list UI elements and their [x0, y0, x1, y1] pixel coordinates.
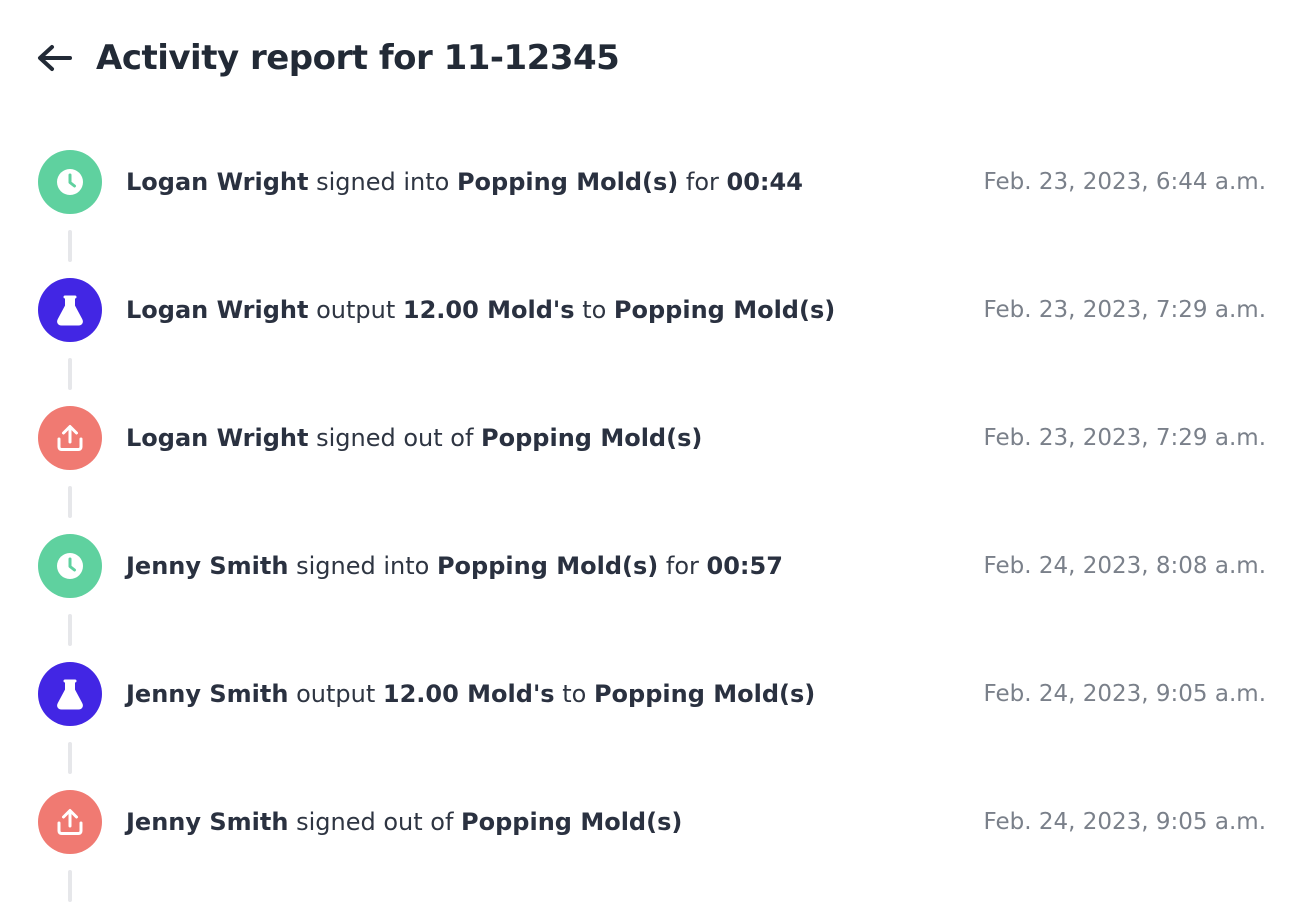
timeline-item: Jenny Smith signed into Popping Mold(s) … — [38, 534, 1266, 662]
timeline-connector — [68, 486, 72, 518]
timeline-item: Jenny Smith signed out of Popping Mold(s… — [38, 790, 1266, 918]
event-user: Logan Wright — [126, 424, 309, 452]
event-suffix: for — [678, 168, 727, 196]
event-verb: output — [308, 296, 403, 324]
timeline-item: Logan Wright signed out of Popping Mold(… — [38, 406, 1266, 534]
event-verb: signed into — [288, 552, 437, 580]
event-text: Logan Wright signed into Popping Mold(s)… — [126, 167, 803, 197]
event-verb: signed out of — [308, 424, 482, 452]
event-text: Jenny Smith signed out of Popping Mold(s… — [126, 807, 682, 837]
event-target: Popping Mold(s) — [481, 424, 703, 452]
event-user: Logan Wright — [126, 296, 309, 324]
event-quantity: 12.00 Mold's — [382, 680, 555, 708]
arrow-left-icon — [38, 45, 72, 71]
event-verb: signed into — [308, 168, 457, 196]
timeline-item: Logan Wright signed into Popping Mold(s)… — [38, 150, 1266, 278]
timeline-connector — [68, 742, 72, 774]
event-target: Popping Mold(s) — [436, 552, 659, 580]
event-timestamp: Feb. 24, 2023, 9:05 a.m. — [983, 681, 1266, 707]
flask-icon — [57, 679, 83, 710]
event-user: Jenny Smith — [126, 808, 289, 836]
event-text: Logan Wright output 12.00 Mold's to Popp… — [126, 295, 835, 325]
page-title: Activity report for 11-12345 — [96, 38, 620, 78]
clock-icon — [57, 169, 83, 195]
event-target: Popping Mold(s) — [593, 680, 816, 708]
event-verb: signed out of — [288, 808, 462, 836]
event-timestamp: Feb. 24, 2023, 8:08 a.m. — [983, 553, 1266, 579]
event-user: Jenny Smith — [126, 680, 289, 708]
event-duration: 00:57 — [706, 552, 783, 580]
clock-badge — [38, 534, 102, 598]
event-text: Jenny Smith signed into Popping Mold(s) … — [126, 551, 783, 581]
timeline-connector — [68, 870, 72, 902]
event-user: Logan Wright — [126, 168, 309, 196]
event-connector-word: to — [574, 296, 614, 324]
event-suffix: for — [658, 552, 707, 580]
clock-badge — [38, 150, 102, 214]
event-text: Logan Wright signed out of Popping Mold(… — [126, 423, 702, 453]
upload-badge — [38, 790, 102, 854]
flask-badge — [38, 662, 102, 726]
event-user: Jenny Smith — [126, 552, 289, 580]
event-timestamp: Feb. 23, 2023, 7:29 a.m. — [983, 297, 1266, 323]
timeline-item: Jenny Smith output 12.00 Mold's to Poppi… — [38, 662, 1266, 790]
clock-icon — [57, 553, 83, 579]
event-quantity: 12.00 Mold's — [402, 296, 575, 324]
event-duration: 00:44 — [726, 168, 803, 196]
flask-icon — [57, 295, 83, 326]
event-target: Popping Mold(s) — [456, 168, 679, 196]
event-verb: output — [288, 680, 383, 708]
event-timestamp: Feb. 23, 2023, 7:29 a.m. — [983, 425, 1266, 451]
upload-icon — [57, 809, 83, 835]
timeline-connector — [68, 230, 72, 262]
back-button[interactable] — [36, 38, 76, 78]
flask-badge — [38, 278, 102, 342]
event-timestamp: Feb. 24, 2023, 9:05 a.m. — [983, 809, 1266, 835]
event-connector-word: to — [554, 680, 594, 708]
event-target: Popping Mold(s) — [613, 296, 836, 324]
event-text: Jenny Smith output 12.00 Mold's to Poppi… — [126, 679, 815, 709]
timeline-connector — [68, 358, 72, 390]
event-timestamp: Feb. 23, 2023, 6:44 a.m. — [983, 169, 1266, 195]
timeline-connector — [68, 614, 72, 646]
activity-timeline: Logan Wright signed into Popping Mold(s)… — [38, 150, 1266, 918]
upload-badge — [38, 406, 102, 470]
page-header: Activity report for 11-12345 — [36, 34, 620, 82]
event-target: Popping Mold(s) — [461, 808, 683, 836]
timeline-item: Logan Wright output 12.00 Mold's to Popp… — [38, 278, 1266, 406]
upload-icon — [57, 425, 83, 451]
